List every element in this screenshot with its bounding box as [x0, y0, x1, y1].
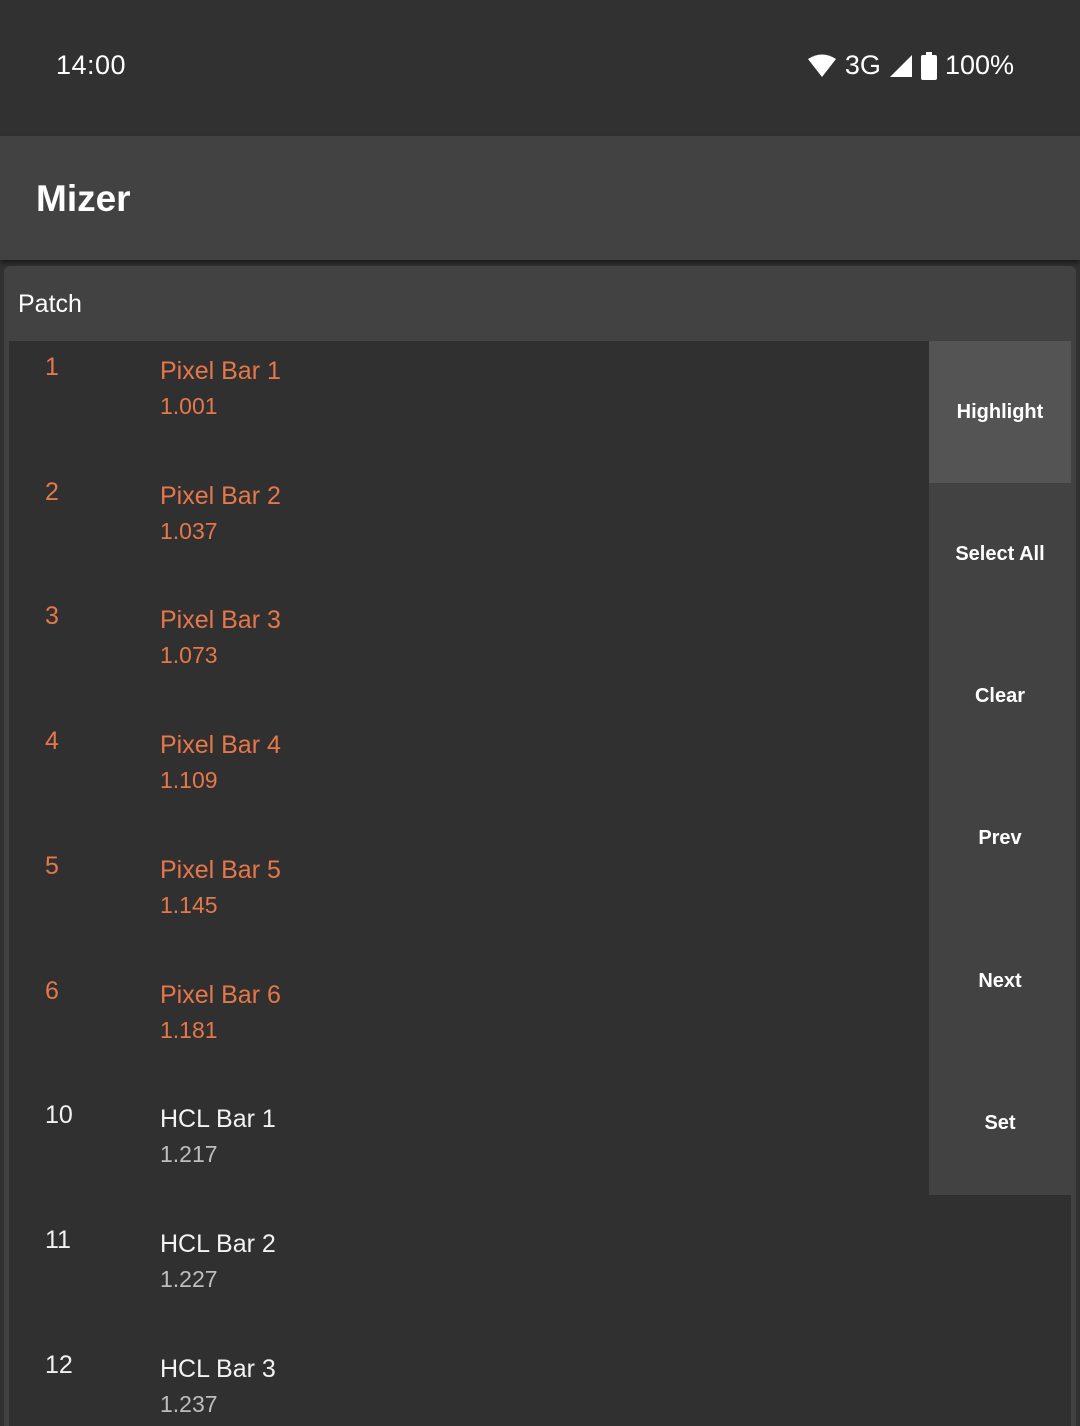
fixture-name: Pixel Bar 2: [160, 481, 281, 510]
fixture-id: 10: [45, 1101, 73, 1130]
fixture-id: 4: [45, 727, 59, 756]
prev-button[interactable]: Prev: [929, 768, 1071, 910]
fixture-list: 1 Pixel Bar 1 1.001 2 Pixel Bar 2 1.037 3 Pixel…: [9, 341, 1071, 1426]
fixture-id: 5: [45, 851, 59, 880]
next-button[interactable]: Next: [929, 910, 1071, 1052]
fixture-address: 1.109: [160, 767, 218, 794]
battery-icon: [920, 51, 937, 80]
fixture-address: 1.145: [160, 891, 218, 918]
fixture-name: HCL Bar 3: [160, 1354, 276, 1383]
fixture-id: 2: [45, 477, 59, 506]
fixture-address: 1.037: [160, 517, 218, 544]
fixture-row[interactable]: 3 Pixel Bar 3 1.073: [9, 590, 924, 714]
fixture-id: 1: [45, 353, 59, 381]
select-all-button[interactable]: Select All: [929, 483, 1071, 625]
status-time: 14:00: [56, 50, 127, 80]
fixture-row[interactable]: 1 Pixel Bar 1 1.001: [9, 341, 924, 465]
fixture-address: 1.217: [160, 1141, 218, 1168]
fixture-name: Pixel Bar 3: [160, 606, 281, 635]
battery-percent: 100%: [944, 50, 1014, 80]
action-sidebar: Highlight Select All Clear Prev Next Set: [929, 341, 1071, 1195]
fixture-name: Pixel Bar 4: [160, 731, 281, 760]
panel-title: Patch: [18, 290, 82, 318]
fixture-name: Pixel Bar 1: [160, 357, 281, 385]
fixture-name: HCL Bar 2: [160, 1229, 276, 1258]
fixture-row[interactable]: 10 HCL Bar 1 1.217: [9, 1089, 924, 1213]
fixture-name: Pixel Bar 6: [160, 980, 281, 1009]
highlight-button[interactable]: Highlight: [929, 341, 1071, 483]
fixture-row[interactable]: 5 Pixel Bar 5 1.145: [9, 840, 924, 964]
fixture-row[interactable]: 4 Pixel Bar 4 1.109: [9, 715, 924, 839]
app-bar: Mizer: [0, 136, 1080, 260]
set-button[interactable]: Set: [929, 1053, 1071, 1195]
network-type: 3G: [844, 50, 881, 80]
status-indicators: 3G 100%: [807, 50, 1014, 81]
fixture-address: 1.181: [160, 1016, 218, 1043]
fixture-name: Pixel Bar 5: [160, 855, 281, 884]
fixture-row[interactable]: 2 Pixel Bar 2 1.037: [9, 466, 924, 590]
signal-icon: [889, 54, 913, 78]
fixture-address: 1.237: [160, 1390, 218, 1417]
fixture-id: 6: [45, 976, 59, 1005]
clear-button[interactable]: Clear: [929, 626, 1071, 768]
fixture-id: 12: [45, 1350, 73, 1379]
fixture-id: 11: [45, 1225, 71, 1254]
fixture-address: 1.001: [160, 393, 218, 419]
fixture-row[interactable]: 6 Pixel Bar 6 1.181: [9, 965, 924, 1089]
fixture-address: 1.227: [160, 1265, 218, 1292]
status-bar: 14:00 3G 100%: [0, 0, 1080, 136]
wifi-icon: [807, 54, 837, 78]
fixture-row[interactable]: 11 HCL Bar 2 1.227: [9, 1214, 924, 1338]
fixture-id: 3: [45, 602, 59, 631]
fixture-row[interactable]: 12 HCL Bar 3 1.237: [9, 1339, 924, 1426]
app-title: Mizer: [36, 178, 131, 219]
fixture-address: 1.073: [160, 642, 218, 669]
patch-panel: Patch 1 Pixel Bar 1 1.001 2 Pixel Bar 2 1.037…: [4, 266, 1076, 1426]
fixture-name: HCL Bar 1: [160, 1105, 276, 1134]
